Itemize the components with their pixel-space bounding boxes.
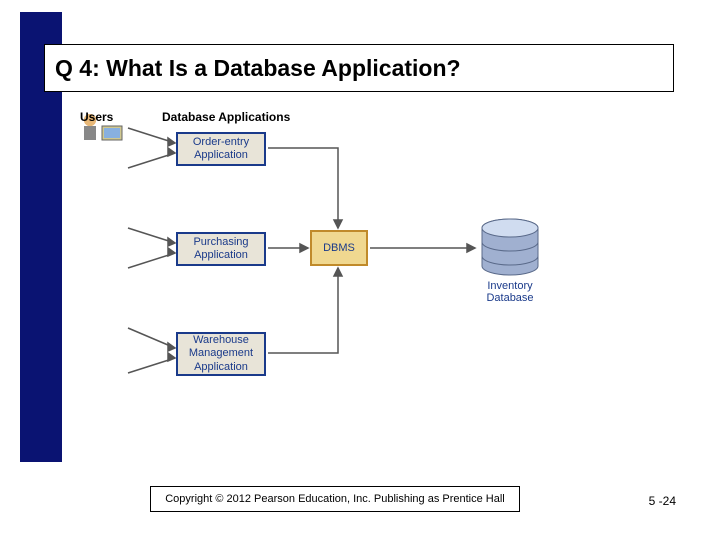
- copyright-box: Copyright © 2012 Pearson Education, Inc.…: [150, 486, 520, 512]
- app-box-order-entry: Order-entry Application: [176, 132, 266, 166]
- app-label: Order-entry Application: [180, 136, 262, 162]
- page-number: 5 -24: [649, 494, 676, 508]
- app-label: Warehouse Management Application: [180, 334, 262, 374]
- column-label-users: Users: [80, 110, 113, 124]
- app-box-warehouse: Warehouse Management Application: [176, 332, 266, 376]
- copyright-text: Copyright © 2012 Pearson Education, Inc.…: [165, 493, 505, 505]
- database-icon: [478, 218, 542, 278]
- dbms-box: DBMS: [310, 230, 368, 266]
- database-label: Inventory Database: [475, 280, 545, 304]
- diagram-area: Order-entry Application Purchasing Appli…: [80, 110, 640, 450]
- app-box-purchasing: Purchasing Application: [176, 232, 266, 266]
- connector-lines: [80, 110, 640, 450]
- dbms-label: DBMS: [323, 242, 355, 254]
- column-label-apps: Database Applications: [162, 110, 290, 124]
- app-label: Purchasing Application: [180, 236, 262, 262]
- title-panel: Q 4: What Is a Database Application?: [44, 44, 674, 92]
- slide-title: Q 4: What Is a Database Application?: [55, 55, 461, 82]
